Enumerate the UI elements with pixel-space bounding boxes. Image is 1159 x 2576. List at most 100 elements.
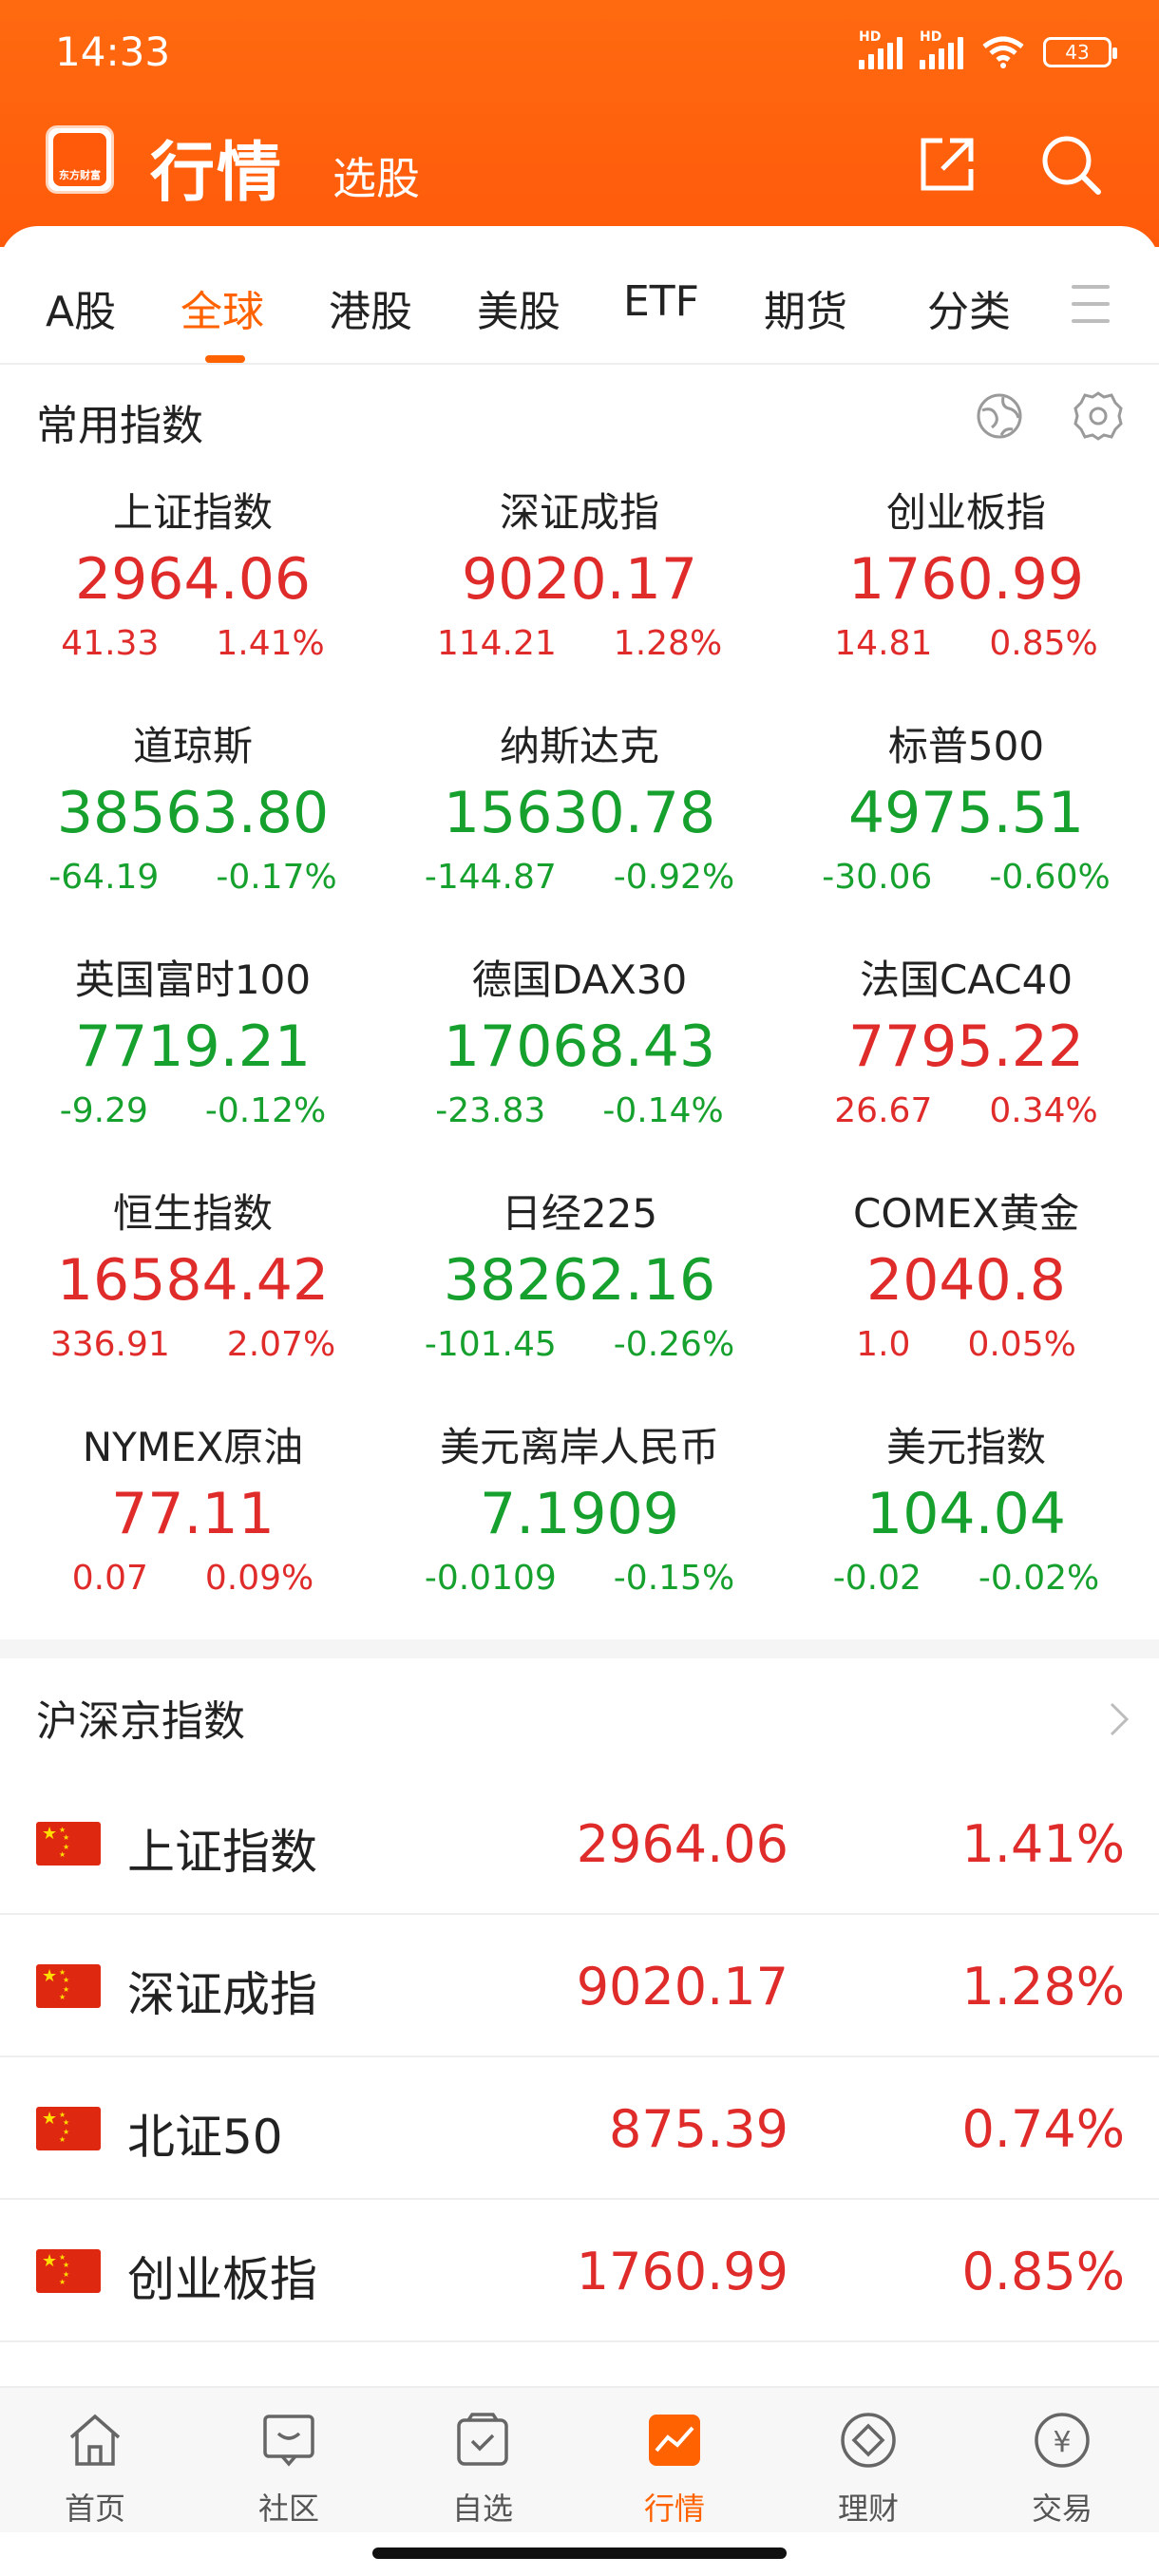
tab-a-shares[interactable]: A股	[46, 277, 116, 338]
index-price: 38262.16	[443, 1247, 716, 1314]
watchlist-icon	[457, 2413, 508, 2466]
tab-us[interactable]: 美股	[477, 277, 560, 338]
index-change-pct: -0.15%	[613, 1559, 735, 1598]
market-icon	[649, 2415, 700, 2466]
index-change-value: 26.67	[834, 1091, 933, 1130]
index-card[interactable]: 纳斯达克 15630.78 -144.87 -0.92%	[387, 718, 772, 904]
nav-community[interactable]: 社区	[232, 2409, 346, 2529]
index-name: 上证指数	[112, 489, 273, 536]
home-indicator	[372, 2548, 787, 2559]
index-name: COMEX黄金	[853, 1190, 1079, 1237]
index-change: -30.06 -0.60%	[773, 851, 1159, 904]
signal-icon: HD	[859, 29, 902, 69]
page-title: 行情	[150, 136, 284, 211]
index-change-value: -0.02	[832, 1559, 922, 1598]
index-change-pct: -0.26%	[613, 1325, 735, 1364]
index-card[interactable]: 标普500 4975.51 -30.06 -0.60%	[773, 718, 1159, 904]
nav-trade[interactable]: ¥ 交易	[1005, 2409, 1119, 2529]
index-change-value: 41.33	[61, 624, 160, 663]
nav-market[interactable]: 行情	[618, 2409, 732, 2529]
index-change: -144.87 -0.92%	[387, 851, 772, 904]
tab-futures[interactable]: 期货	[764, 277, 847, 338]
hs-index-name: 上证指数	[127, 1825, 317, 1880]
community-icon	[263, 2415, 314, 2467]
index-card[interactable]: COMEX黄金 2040.8 1.0 0.05%	[773, 1185, 1159, 1372]
stock-picker-link[interactable]: 选股	[332, 144, 420, 207]
index-price: 15630.78	[443, 780, 716, 846]
nav-home[interactable]: 首页	[38, 2409, 152, 2529]
hs-index-price: 9020.17	[576, 1957, 788, 2017]
share-icon[interactable]	[914, 131, 980, 198]
chevron-right-icon[interactable]	[1108, 1700, 1130, 1738]
index-card[interactable]: 英国富时100 7719.21 -9.29 -0.12%	[0, 952, 386, 1138]
index-change-value: -64.19	[48, 858, 160, 897]
index-change: -23.83 -0.14%	[387, 1085, 772, 1138]
index-card[interactable]: NYMEX原油 77.11 0.07 0.09%	[0, 1419, 386, 1605]
index-card[interactable]: 道琼斯 38563.80 -64.19 -0.17%	[0, 718, 386, 904]
index-card[interactable]: 日经225 38262.16 -101.45 -0.26%	[387, 1185, 772, 1372]
index-card[interactable]: 上证指数 2964.06 41.33 1.41%	[0, 484, 386, 671]
index-price: 16584.42	[56, 1247, 330, 1314]
wifi-icon	[982, 36, 1024, 68]
hs-index-pct: 0.85%	[961, 2242, 1125, 2301]
index-price: 7795.22	[847, 1013, 1085, 1080]
section-title-hs-indices[interactable]: 沪深京指数	[36, 1687, 245, 1748]
index-card[interactable]: 法国CAC40 7795.22 26.67 0.34%	[773, 952, 1159, 1138]
index-card[interactable]: 深证成指 9020.17 114.21 1.28%	[387, 484, 772, 671]
hs-index-name: 创业板指	[127, 2252, 317, 2307]
index-change-pct: 2.07%	[226, 1325, 336, 1364]
hs-index-row[interactable]: ★ ★ ★ ★ ★ 上证指数 2964.06 1.41%	[0, 1772, 1159, 1915]
hs-index-pct: 1.41%	[961, 1814, 1125, 1874]
index-change-pct: -0.02%	[978, 1559, 1100, 1598]
index-change-pct: -0.12%	[204, 1091, 327, 1130]
index-change-pct: 1.28%	[613, 624, 723, 663]
tab-global[interactable]: 全球	[180, 277, 264, 338]
index-change-pct: 0.05%	[967, 1325, 1076, 1364]
menu-icon[interactable]	[1072, 285, 1110, 329]
index-name: 标普500	[887, 723, 1045, 769]
search-icon[interactable]	[1037, 131, 1104, 198]
hs-index-row[interactable]: ★ ★ ★ ★ ★ 北证50 875.39 0.74%	[0, 2057, 1159, 2200]
index-name: 深证成指	[499, 489, 659, 536]
index-change: 1.0 0.05%	[773, 1318, 1159, 1372]
china-flag-icon: ★ ★ ★ ★ ★	[36, 1822, 101, 1866]
index-card[interactable]: 德国DAX30 17068.43 -23.83 -0.14%	[387, 952, 772, 1138]
china-flag-icon: ★ ★ ★ ★ ★	[36, 1964, 101, 2008]
china-flag-icon: ★ ★ ★ ★ ★	[36, 2107, 101, 2150]
index-card[interactable]: 恒生指数 16584.42 336.91 2.07%	[0, 1185, 386, 1372]
index-card[interactable]: 美元离岸人民币 7.1909 -0.0109 -0.15%	[387, 1419, 772, 1605]
index-change-value: -23.83	[435, 1091, 546, 1130]
index-price: 1760.99	[847, 546, 1085, 613]
index-name: 德国DAX30	[471, 957, 688, 1003]
index-price: 77.11	[111, 1481, 275, 1547]
index-name: 道琼斯	[132, 723, 253, 769]
index-name: 恒生指数	[112, 1190, 273, 1237]
market-tabs: A股 全球 港股 美股 ETF 期货 分类	[0, 247, 1159, 365]
index-price: 38563.80	[56, 780, 330, 846]
index-change-value: -0.0109	[424, 1559, 557, 1598]
tab-hk[interactable]: 港股	[329, 277, 412, 338]
index-change: -64.19 -0.17%	[0, 851, 386, 904]
app-logo: 东方财富	[46, 125, 114, 194]
hs-index-row[interactable]: ★ ★ ★ ★ ★ 创业板指 1760.99 0.85%	[0, 2200, 1159, 2342]
index-card[interactable]: 创业板指 1760.99 14.81 0.85%	[773, 484, 1159, 671]
signal-icon: HD	[920, 29, 963, 69]
tab-etf[interactable]: ETF	[623, 277, 699, 326]
index-card[interactable]: 美元指数 104.04 -0.02 -0.02%	[773, 1419, 1159, 1605]
nav-watchlist[interactable]: 自选	[426, 2409, 540, 2529]
gear-icon[interactable]	[1072, 389, 1125, 443]
wealth-icon	[841, 2413, 896, 2468]
index-price: 9020.17	[461, 546, 698, 613]
nav-wealth[interactable]: 理财	[811, 2409, 925, 2529]
hs-index-row[interactable]: ★ ★ ★ ★ ★ 深证成指 9020.17 1.28%	[0, 1915, 1159, 2057]
index-change-pct: 1.41%	[216, 624, 325, 663]
index-change: 0.07 0.09%	[0, 1552, 386, 1605]
index-change-pct: -0.17%	[216, 858, 337, 897]
hs-index-pct: 0.74%	[961, 2099, 1125, 2159]
hs-index-name: 北证50	[127, 2110, 283, 2165]
tab-category[interactable]: 分类	[927, 277, 1011, 338]
index-change: -101.45 -0.26%	[387, 1318, 772, 1372]
index-change: -0.0109 -0.15%	[387, 1552, 772, 1605]
index-change-value: 0.07	[71, 1559, 148, 1598]
globe-icon[interactable]	[973, 389, 1026, 443]
